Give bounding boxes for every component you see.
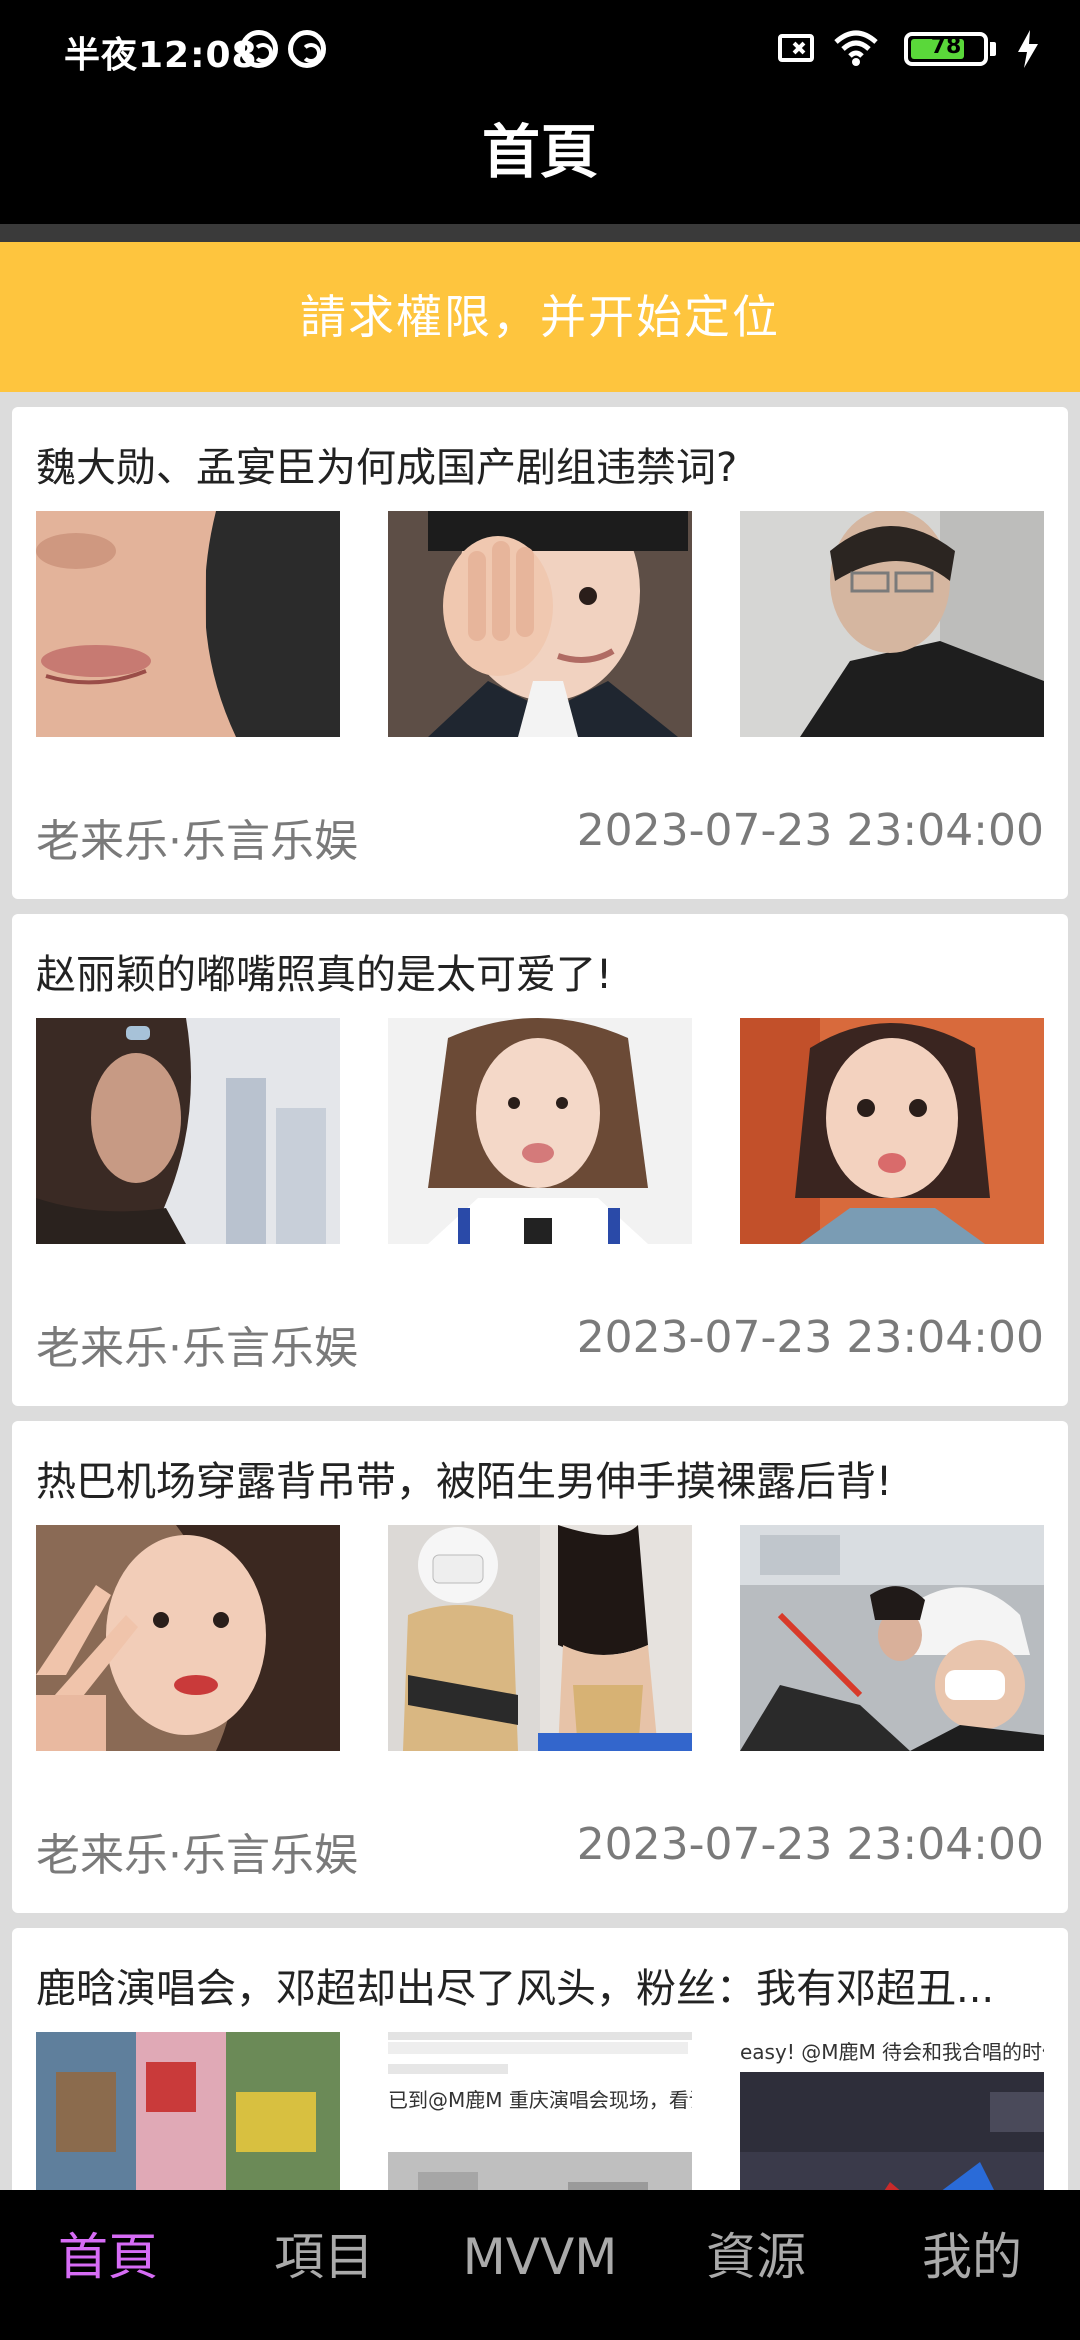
bottom-navigation: 首頁 項目 MVVM 資源 我的 [0, 2190, 1080, 2340]
battery-icon: 78 [904, 32, 988, 66]
news-thumbnail [36, 1525, 340, 1751]
image-caption: easy! @M鹿M 待会和我合唱的时候别 [740, 2040, 1044, 2064]
news-thumbnail [740, 511, 1044, 737]
news-thumbnail: easy! @M鹿M 待会和我合唱的时候别 [740, 2032, 1044, 2190]
news-source: 老来乐·乐言乐娱 [36, 1830, 358, 1881]
news-thumbnail [388, 1525, 692, 1751]
charging-icon [1018, 30, 1038, 68]
news-card[interactable]: 热巴机场穿露背吊带，被陌生男伸手摸裸露后背! 老来乐·乐言乐娱 2023-07-… [12, 1421, 1068, 1913]
image-caption: 已到@M鹿M 重庆演唱会现场，看谁今晚讠 [388, 2088, 692, 2112]
news-time: 2023-07-23 23:04:00 [576, 805, 1044, 856]
news-card[interactable]: 赵丽颖的嘟嘴照真的是太可爱了! 老来乐·乐言乐娱 2023-07-23 23:0… [12, 914, 1068, 1406]
status-icons: 78 [720, 28, 1040, 72]
no-sim-icon [778, 34, 814, 62]
wifi-icon [834, 30, 878, 66]
app-bar: 首頁 [0, 100, 1080, 224]
news-title: 赵丽颖的嘟嘴照真的是太可爱了! [36, 952, 613, 998]
battery-cap [990, 42, 996, 56]
news-title: 魏大勋、孟宴臣为何成国产剧组违禁词? [36, 445, 738, 491]
page-title: 首頁 [481, 118, 598, 186]
news-source: 老来乐·乐言乐娱 [36, 816, 358, 867]
news-thumbnail [740, 1525, 1044, 1751]
news-thumbnail [740, 1018, 1044, 1244]
tab-home[interactable]: 首頁 [0, 2190, 216, 2312]
news-card[interactable]: 魏大勋、孟宴臣为何成国产剧组违禁词? 老来乐·乐言乐娱 2023-07-23 2… [12, 407, 1068, 899]
tab-profile[interactable]: 我的 [864, 2190, 1080, 2312]
divider [0, 224, 1080, 242]
news-card[interactable]: 鹿晗演唱会，邓超却出尽了风头，粉丝：我有邓超丑... 已到@M鹿M 重庆演唱会现… [12, 1928, 1068, 2190]
news-title: 鹿晗演唱会，邓超却出尽了风头，粉丝：我有邓超丑... [36, 1966, 995, 2012]
news-thumbnail [388, 511, 692, 737]
news-thumbnail [36, 2032, 340, 2190]
news-feed[interactable]: 魏大勋、孟宴臣为何成国产剧组违禁词? 老来乐·乐言乐娱 2023-07-23 2… [0, 392, 1080, 2190]
news-time: 2023-07-23 23:04:00 [576, 1312, 1044, 1363]
battery-level: 78 [930, 34, 962, 59]
news-thumbnail [36, 511, 340, 737]
tab-projects[interactable]: 項目 [216, 2190, 432, 2312]
news-time: 2023-07-23 23:04:00 [576, 1819, 1044, 1870]
location-permission-banner[interactable]: 請求權限，并开始定位 [0, 242, 1080, 392]
status-bar: 半夜12:08 78 [0, 0, 1080, 100]
notification-icon [288, 30, 326, 68]
news-thumbnail [388, 1018, 692, 1244]
news-source: 老来乐·乐言乐娱 [36, 1323, 358, 1374]
tab-mvvm[interactable]: MVVM [432, 2190, 648, 2312]
notification-icon [240, 30, 278, 68]
news-title: 热巴机场穿露背吊带，被陌生男伸手摸裸露后背! [36, 1459, 893, 1505]
status-time: 半夜12:08 [64, 35, 258, 76]
tab-resources[interactable]: 資源 [648, 2190, 864, 2312]
news-thumbnail: 已到@M鹿M 重庆演唱会现场，看谁今晚讠 [388, 2032, 692, 2190]
news-thumbnail [36, 1018, 340, 1244]
